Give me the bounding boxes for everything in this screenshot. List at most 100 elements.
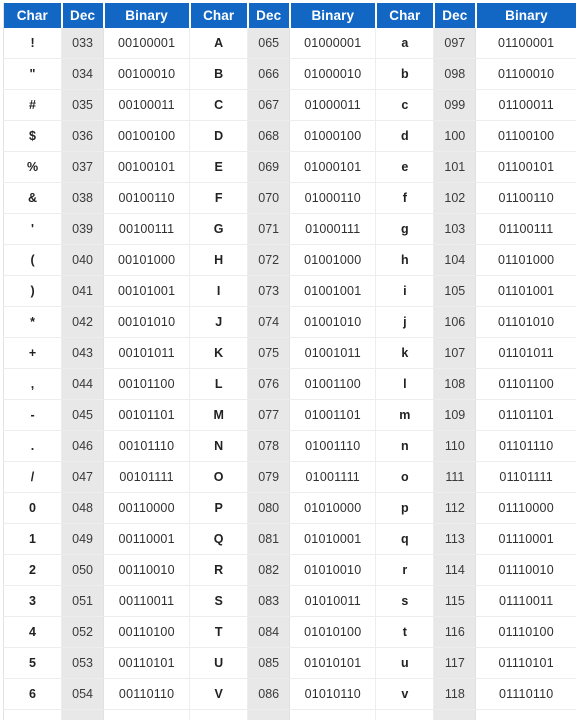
cell-binary-1: 00101010 xyxy=(103,306,191,338)
cell-binary-1: 00110001 xyxy=(103,523,191,555)
table-row: 5 053 00110101 U 085 01010101 u 117 01110101 xyxy=(3,647,576,679)
column-header-dec-3[interactable]: Dec xyxy=(433,3,477,28)
cell-dec-2: 085 xyxy=(247,647,291,679)
table-body: ! 033 00100001 A 065 01000001 a 097 01100001 " 034… xyxy=(3,28,576,720)
table-row: $036 00100100 D 068 01000100 d 100 01100100 xyxy=(3,120,576,152)
cell-binary-1: 00100110 xyxy=(103,182,191,214)
cell-binary-2: 01010101 xyxy=(289,647,377,679)
table-header: Char Dec Binary Char Dec Binary Char Dec… xyxy=(3,3,576,28)
cell-char-1: * xyxy=(3,306,63,338)
cell-dec-3: 103 xyxy=(433,213,477,245)
cell-binary-1: 00101100 xyxy=(103,368,191,400)
cell-binary-1: 00110100 xyxy=(103,616,191,648)
cell-dec-2: 065 xyxy=(247,28,291,59)
table-row: 4 052 00110100 T 084 01010100 t 116 01110100 xyxy=(3,616,576,648)
cell-char-1: ) xyxy=(3,275,63,307)
table-row: & 038 00100110 F 070 01000110 f 102 01100110 xyxy=(3,182,576,214)
cell-char-3: k xyxy=(375,337,435,369)
cell-binary-2: 01000011 xyxy=(289,89,377,121)
cell-binary-2: 01001011 xyxy=(289,337,377,369)
cell-binary-1: 00101101 xyxy=(103,399,191,431)
cell-dec-2: 068 xyxy=(247,120,291,152)
table-header-row: Char Dec Binary Char Dec Binary Char Dec… xyxy=(3,3,576,28)
cell-dec-2: 086 xyxy=(247,678,291,710)
cell-dec-3: 099 xyxy=(433,89,477,121)
cell-dec-3: 118 xyxy=(433,678,477,710)
cell-dec-2: 077 xyxy=(247,399,291,431)
cell-binary-2: 01000001 xyxy=(289,28,377,59)
cell-char-2: U xyxy=(189,647,249,679)
cell-char-3: i xyxy=(375,275,435,307)
cell-binary-3: 01101001 xyxy=(475,275,576,307)
column-header-binary-1[interactable]: Binary xyxy=(103,3,191,28)
cell-dec-3: 114 xyxy=(433,554,477,586)
cell-binary-3: 01110101 xyxy=(475,647,576,679)
cell-char-3: m xyxy=(375,399,435,431)
cell-dec-1: 040 xyxy=(61,244,105,276)
cell-dec-2: 072 xyxy=(247,244,291,276)
column-header-binary-2[interactable]: Binary xyxy=(289,3,377,28)
cell-binary-1: 00101110 xyxy=(103,430,191,462)
cell-binary-2: 01000100 xyxy=(289,120,377,152)
cell-dec-3: 097 xyxy=(433,28,477,59)
cell-binary-1: 00101011 xyxy=(103,337,191,369)
cell-char-1: , xyxy=(3,368,63,400)
column-header-char-2[interactable]: Char xyxy=(189,3,249,28)
cell-binary-3: 01110100 xyxy=(475,616,576,648)
column-header-char-1[interactable]: Char xyxy=(3,3,63,28)
cell-binary-3: 01110000 xyxy=(475,492,576,524)
cell-dec-3: 101 xyxy=(433,151,477,183)
cell-binary-1: 00100101 xyxy=(103,151,191,183)
cell-dec-3: 104 xyxy=(433,244,477,276)
cell-dec-2: 083 xyxy=(247,585,291,617)
cell-dec-3: 119 xyxy=(433,709,477,720)
cell-char-1: 7 xyxy=(3,709,63,720)
cell-char-2: T xyxy=(189,616,249,648)
cell-dec-3: 110 xyxy=(433,430,477,462)
cell-dec-1: 050 xyxy=(61,554,105,586)
cell-dec-1: 033 xyxy=(61,28,105,59)
cell-dec-3: 105 xyxy=(433,275,477,307)
cell-dec-2: 067 xyxy=(247,89,291,121)
cell-char-1: " xyxy=(3,58,63,90)
cell-dec-2: 075 xyxy=(247,337,291,369)
column-header-char-3[interactable]: Char xyxy=(375,3,435,28)
cell-dec-2: 082 xyxy=(247,554,291,586)
cell-dec-1: 039 xyxy=(61,213,105,245)
cell-binary-1: 00100010 xyxy=(103,58,191,90)
ascii-table-container: Char Dec Binary Char Dec Binary Char Dec… xyxy=(0,0,576,720)
cell-binary-1: 00110101 xyxy=(103,647,191,679)
cell-char-2: P xyxy=(189,492,249,524)
cell-dec-3: 106 xyxy=(433,306,477,338)
cell-binary-1: 00101111 xyxy=(103,461,191,493)
cell-char-3: f xyxy=(375,182,435,214)
cell-binary-1: 00100001 xyxy=(103,28,191,59)
cell-char-2: K xyxy=(189,337,249,369)
cell-binary-3: 01110110 xyxy=(475,678,576,710)
table-row: #035 00100011 C 067 01000011 c 099 01100011 xyxy=(3,89,576,121)
cell-binary-1: 00110010 xyxy=(103,554,191,586)
column-header-dec-2[interactable]: Dec xyxy=(247,3,291,28)
cell-dec-3: 108 xyxy=(433,368,477,400)
cell-char-3: n xyxy=(375,430,435,462)
cell-char-1: ! xyxy=(3,28,63,59)
cell-binary-2: 01000110 xyxy=(289,182,377,214)
column-header-binary-3[interactable]: Binary xyxy=(475,3,576,28)
cell-char-1: - xyxy=(3,399,63,431)
cell-binary-3: 01100110 xyxy=(475,182,576,214)
cell-dec-2: 080 xyxy=(247,492,291,524)
cell-dec-3: 102 xyxy=(433,182,477,214)
cell-char-2: E xyxy=(189,151,249,183)
table-row: % 037 00100101 E 069 01000101 e 101 01100101 xyxy=(3,151,576,183)
cell-char-3: q xyxy=(375,523,435,555)
cell-dec-3: 100 xyxy=(433,120,477,152)
column-header-dec-1[interactable]: Dec xyxy=(61,3,105,28)
cell-char-2: H xyxy=(189,244,249,276)
cell-char-3: t xyxy=(375,616,435,648)
cell-char-2: S xyxy=(189,585,249,617)
cell-binary-1: 00101001 xyxy=(103,275,191,307)
cell-dec-1: 051 xyxy=(61,585,105,617)
cell-char-1: / xyxy=(3,461,63,493)
cell-dec-2: 078 xyxy=(247,430,291,462)
cell-dec-1: 037 xyxy=(61,151,105,183)
